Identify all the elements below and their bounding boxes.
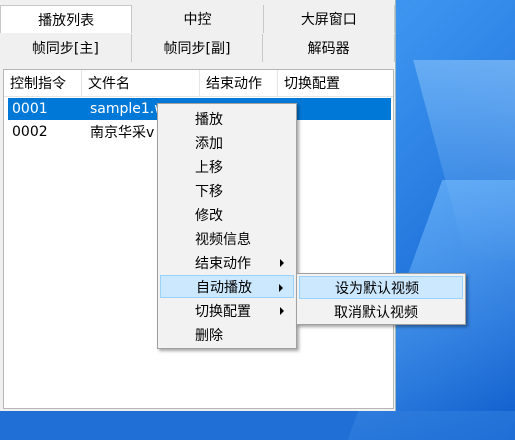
menu-item-switch-config[interactable]: 切换配置 — [160, 299, 294, 322]
menu-item-label: 结束动作 — [195, 255, 251, 272]
menu-item-play[interactable]: 播放 — [160, 107, 294, 130]
autoplay-submenu: 设为默认视频 取消默认视频 — [296, 273, 466, 325]
cell-command: 0002 — [12, 124, 48, 140]
menu-item-move-up[interactable]: 上移 — [160, 155, 294, 178]
submenu-arrow-icon — [280, 307, 284, 315]
cell-switch-config — [282, 121, 391, 143]
tab-decoder[interactable]: 解码器 — [263, 34, 396, 62]
menu-item-label: 切换配置 — [195, 303, 251, 320]
tab-big-screen-window[interactable]: 大屏窗口 — [263, 5, 395, 33]
cell-switch-config — [282, 98, 391, 120]
submenu-arrow-icon — [279, 284, 283, 292]
menu-item-label: 自动播放 — [196, 279, 252, 296]
menu-item-move-down[interactable]: 下移 — [160, 179, 294, 202]
tab-row-secondary: 帧同步[主] 帧同步[副] 解码器 — [0, 34, 396, 62]
tab-frame-sync-sub[interactable]: 帧同步[副] — [131, 34, 264, 62]
column-header-end-action[interactable]: 结束动作 — [200, 70, 278, 96]
column-header-command[interactable]: 控制指令 — [4, 70, 82, 96]
menu-item-end-action[interactable]: 结束动作 — [160, 251, 294, 274]
cell-command: 0001 — [12, 101, 48, 117]
menu-item-add[interactable]: 添加 — [160, 131, 294, 154]
tab-row-primary: 播放列表 中控 大屏窗口 — [0, 5, 395, 33]
menu-item-video-info[interactable]: 视频信息 — [160, 227, 294, 250]
context-menu: 播放 添加 上移 下移 修改 视频信息 结束动作 自动播放 切换配置 删除 — [157, 103, 297, 349]
menu-item-delete[interactable]: 删除 — [160, 323, 294, 346]
menu-item-cancel-default-video[interactable]: 取消默认视频 — [299, 300, 463, 323]
table-header: 控制指令 文件名 结束动作 切换配置 — [4, 70, 393, 97]
tab-frame-sync-main[interactable]: 帧同步[主] — [0, 34, 132, 62]
menu-item-autoplay[interactable]: 自动播放 — [160, 275, 294, 298]
column-header-filename[interactable]: 文件名 — [82, 70, 200, 96]
tab-playlist[interactable]: 播放列表 — [0, 5, 133, 33]
submenu-arrow-icon — [280, 259, 284, 267]
column-header-switch-config[interactable]: 切换配置 — [278, 70, 393, 96]
menu-item-set-default-video[interactable]: 设为默认视频 — [299, 276, 463, 299]
menu-item-edit[interactable]: 修改 — [160, 203, 294, 226]
tab-central-control[interactable]: 中控 — [132, 5, 264, 33]
